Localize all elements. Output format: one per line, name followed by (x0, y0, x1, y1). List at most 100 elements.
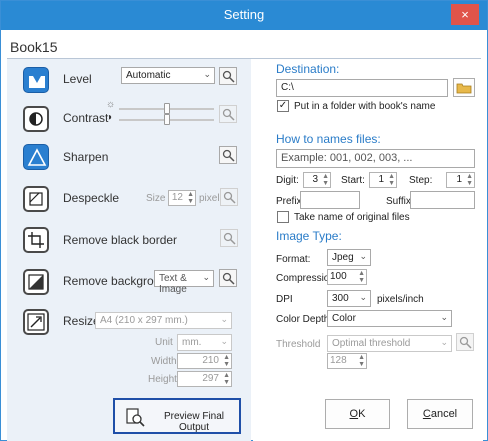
sharpen-preview-button[interactable] (219, 146, 237, 164)
threshold-mode-select[interactable]: Optimal threshold ⌄ (327, 335, 452, 352)
despeckle-size-value: 12 (171, 192, 183, 203)
preview-final-output-button[interactable]: Preview Final Output (113, 398, 241, 434)
despeckle-preview-button[interactable] (220, 188, 238, 206)
resize-width-spinner[interactable]: 210 ▲ ▼ (177, 353, 232, 369)
resize-unit-select[interactable]: mm. ⌄ (177, 334, 232, 351)
resize-unit-label: Unit (155, 337, 173, 348)
dpi-select[interactable]: 300 ⌄ (327, 290, 371, 307)
dpi-unit-label: pixels/inch (377, 294, 424, 305)
original-name-checkbox[interactable] (277, 211, 289, 223)
spinner-arrows-icon[interactable]: ▲ ▼ (466, 173, 473, 187)
contrast-icon[interactable] (23, 106, 49, 132)
remove-black-border-preview-button[interactable] (220, 229, 238, 247)
settings-window: Setting × Book15 Level Automatic ⌄ Contra… (0, 0, 488, 441)
format-select[interactable]: Jpeg ⌄ (327, 249, 371, 266)
resize-icon[interactable] (23, 309, 49, 335)
contrast-slider-thumb[interactable] (164, 114, 170, 125)
threshold-value: 128 (330, 355, 347, 366)
spinner-arrows-icon[interactable]: ▲ ▼ (388, 173, 395, 187)
brightness-icon: ☼ (106, 99, 116, 110)
spinner-arrows-icon[interactable]: ▲ ▼ (187, 191, 194, 205)
compression-spinner[interactable]: 100 ▲ ▼ (327, 269, 367, 285)
despeckle-label: Despeckle (63, 191, 120, 205)
background-icon[interactable] (23, 269, 49, 295)
color-depth-label: Color Depth: (276, 314, 333, 325)
chevron-down-icon: ⌄ (220, 314, 228, 324)
browse-folder-button[interactable] (453, 78, 475, 97)
cancel-label: ancel (430, 408, 458, 420)
cancel-button[interactable]: Cancel (407, 399, 473, 429)
title-bar: Setting × (1, 1, 487, 30)
close-button[interactable]: × (451, 4, 479, 25)
despeckle-size-label: Size (146, 193, 166, 204)
digit-value: 3 (312, 174, 318, 185)
magnifier-icon (222, 149, 235, 162)
resize-unit-value: mm. (182, 337, 202, 348)
magnifier-icon (223, 232, 236, 245)
destination-heading: Destination: (276, 62, 340, 76)
sharpen-icon[interactable] (23, 144, 49, 170)
level-mode-value: Automatic (126, 70, 171, 81)
spinner-arrows-icon[interactable]: ▲ ▼ (223, 372, 230, 386)
prefix-input[interactable] (300, 191, 360, 209)
file-naming-heading: How to names files: (276, 132, 381, 146)
destination-path-input[interactable]: C:\ (276, 79, 448, 97)
resize-height-label: Height (148, 374, 177, 385)
digit-label: Digit: (276, 175, 299, 186)
step-label: Step: (409, 175, 433, 186)
spinner-arrows-icon[interactable]: ▲ ▼ (358, 270, 365, 284)
window-title: Setting (223, 7, 265, 22)
color-depth-value: Color (332, 313, 356, 324)
magnifier-icon (222, 108, 235, 121)
level-icon[interactable] (23, 67, 49, 93)
preview-button-label: Preview Final Output (163, 411, 225, 433)
contrast-preview-button[interactable] (219, 105, 237, 123)
compression-value: 100 (330, 271, 347, 282)
start-spinner[interactable]: 1 ▲ ▼ (369, 172, 397, 188)
threshold-preview-button[interactable] (456, 333, 474, 351)
spinner-arrows-icon[interactable]: ▲ ▼ (322, 173, 329, 187)
digit-spinner[interactable]: 3 ▲ ▼ (303, 172, 331, 188)
ok-label: K (358, 408, 366, 420)
threshold-value-spinner[interactable]: 128 ▲ ▼ (327, 353, 367, 369)
contrast-label: Contrast (63, 111, 109, 125)
ok-accelerator: O (349, 408, 359, 420)
dpi-label: DPI (276, 294, 293, 305)
resize-width-value: 210 (202, 355, 219, 366)
color-depth-select[interactable]: Color ⌄ (327, 310, 452, 327)
resize-height-spinner[interactable]: 297 ▲ ▼ (177, 371, 232, 387)
dpi-value: 300 (332, 293, 349, 304)
file-naming-example-field[interactable]: Example: 001, 002, 003, ... (276, 149, 475, 168)
image-type-heading: Image Type: (276, 229, 342, 243)
remove-black-border-label: Remove black border (63, 233, 178, 247)
spinner-arrows-icon[interactable]: ▲ ▼ (223, 354, 230, 368)
folder-with-book-name-checkbox[interactable]: ✓ (277, 100, 289, 112)
magnifier-icon (222, 70, 235, 83)
crop-icon[interactable] (23, 227, 49, 253)
despeckle-icon[interactable] (23, 186, 49, 212)
remove-background-mode-select[interactable]: Text & Image ⌄ (154, 270, 214, 295)
start-label: Start: (341, 175, 365, 186)
contrast-small-icon: ◑ (106, 112, 113, 123)
resize-height-value: 297 (202, 373, 219, 384)
ok-button[interactable]: OK (325, 399, 390, 429)
remove-background-preview-button[interactable] (219, 269, 237, 287)
format-label: Format: (276, 254, 311, 265)
step-spinner[interactable]: 1 ▲ ▼ (446, 172, 475, 188)
despeckle-size-spinner[interactable]: 12 ▲ ▼ (168, 190, 196, 206)
chevron-down-icon: ⌄ (202, 272, 210, 282)
chevron-down-icon: ⌄ (440, 337, 448, 347)
suffix-input[interactable] (410, 191, 475, 209)
remove-background-mode-value: Text & Image (159, 273, 187, 295)
sharpen-label: Sharpen (63, 150, 109, 164)
despeckle-unit-label: pixel (199, 193, 220, 204)
start-value: 1 (378, 174, 384, 185)
level-preview-button[interactable] (219, 67, 237, 85)
resize-paper-value: A4 (210 x 297 mm.) (100, 315, 188, 326)
brightness-slider-thumb[interactable] (164, 103, 170, 114)
level-mode-select[interactable]: Automatic ⌄ (121, 67, 215, 84)
spinner-arrows-icon[interactable]: ▲ ▼ (358, 354, 365, 368)
resize-paper-select[interactable]: A4 (210 x 297 mm.) ⌄ (95, 312, 232, 329)
format-value: Jpeg (332, 252, 354, 263)
folder-icon (456, 83, 472, 94)
